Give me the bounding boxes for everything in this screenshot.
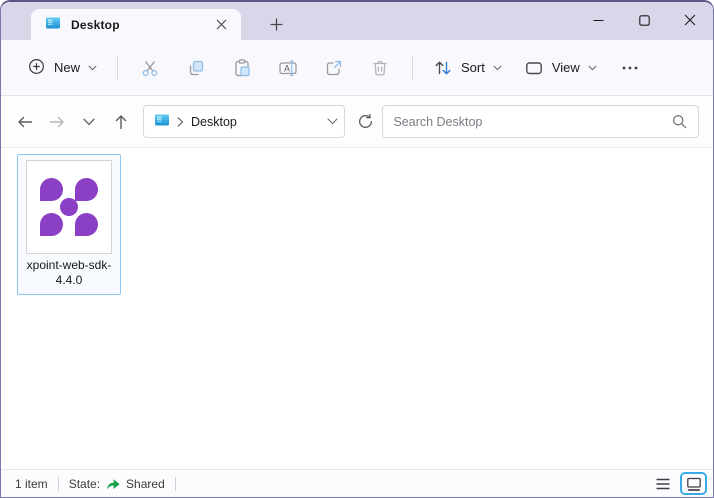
statusbar-divider [174, 476, 176, 491]
toolbar-separator [412, 54, 414, 81]
chevron-down-icon [83, 118, 95, 125]
ellipsis-icon [622, 66, 638, 69]
details-view-button[interactable] [649, 472, 676, 495]
new-tab-button[interactable] [259, 9, 293, 39]
maximize-button[interactable] [621, 2, 667, 38]
back-arrow-icon [18, 116, 33, 127]
tab-desktop[interactable]: Desktop [31, 9, 241, 40]
chevron-down-icon [88, 65, 97, 70]
desktop-folder-icon [45, 15, 61, 34]
details-view-icon [656, 478, 669, 489]
statusbar-divider [57, 476, 59, 491]
file-item-xpoint-web-sdk[interactable]: xpoint-web-sdk-4.4.0 [17, 154, 121, 295]
thumbnail-view-icon [686, 477, 701, 491]
up-button[interactable] [105, 106, 137, 138]
refresh-button[interactable] [349, 106, 383, 138]
copy-button[interactable] [174, 50, 218, 86]
breadcrumb-location[interactable]: Desktop [191, 115, 237, 129]
plus-circle-icon [27, 57, 46, 79]
see-more-button[interactable] [609, 51, 651, 85]
folder-content-area[interactable]: xpoint-web-sdk-4.4.0 [1, 148, 713, 469]
svg-text:A: A [284, 63, 290, 73]
new-button-label: New [54, 60, 81, 75]
view-button[interactable]: View [514, 51, 607, 85]
delete-button[interactable] [358, 50, 402, 86]
navigation-bar: Desktop [1, 96, 713, 148]
search-input[interactable] [393, 114, 671, 129]
sort-button-label: Sort [461, 60, 485, 75]
refresh-icon [359, 113, 373, 128]
search-magnifier-icon[interactable] [671, 113, 688, 130]
rename-button[interactable]: A [266, 50, 310, 86]
view-button-label: View [551, 60, 580, 75]
file-explorer-window: Desktop New A Sort View Desktop Search D… [0, 0, 714, 498]
state-label: State: [68, 476, 101, 491]
address-bar[interactable]: Desktop [143, 105, 345, 138]
up-arrow-icon [115, 114, 127, 129]
tab-close-icon[interactable] [209, 13, 233, 37]
toolbar-separator [117, 54, 119, 81]
search-box [382, 105, 699, 138]
item-count: 1 item [15, 476, 48, 491]
minimize-button[interactable] [575, 2, 621, 38]
paste-button[interactable] [220, 50, 264, 86]
thumbnail-view-button[interactable] [680, 472, 707, 495]
view-toggles [649, 472, 707, 495]
xpoint-logo-icon [37, 175, 101, 239]
state-value: Shared [126, 476, 165, 491]
desktop-folder-icon [154, 112, 170, 131]
paste-clipboard-icon [235, 58, 250, 76]
sort-button[interactable]: Sort [423, 51, 512, 85]
window-controls [575, 2, 713, 38]
forward-arrow-icon [49, 116, 64, 127]
back-button[interactable] [9, 106, 41, 138]
tab-title: Desktop [71, 17, 120, 32]
command-toolbar: New A Sort View [1, 40, 713, 96]
view-layout-icon [525, 61, 542, 74]
close-button[interactable] [667, 2, 713, 38]
file-name-label: xpoint-web-sdk-4.4.0 [26, 258, 112, 287]
status-bar: 1 item State: Shared [1, 469, 713, 497]
breadcrumb-chevron-icon [177, 116, 184, 127]
file-thumbnail [26, 160, 112, 254]
recent-locations-button[interactable] [73, 106, 105, 138]
state-indicator: State: Shared [69, 477, 165, 491]
sort-arrows-icon [435, 61, 451, 74]
shared-green-arrow-icon [107, 478, 120, 489]
copy-icon [189, 60, 204, 75]
address-dropdown-chevron-icon[interactable] [327, 118, 338, 125]
cut-button[interactable] [128, 50, 172, 86]
share-button[interactable] [312, 50, 356, 86]
share-icon [326, 60, 342, 75]
cut-scissors-icon [142, 60, 158, 76]
chevron-down-icon [493, 65, 502, 70]
forward-button[interactable] [41, 106, 73, 138]
rename-icon: A [279, 59, 297, 76]
new-button[interactable]: New [17, 50, 107, 86]
trash-icon [373, 60, 387, 75]
tab-bar: Desktop [1, 2, 713, 40]
chevron-down-icon [588, 65, 597, 70]
